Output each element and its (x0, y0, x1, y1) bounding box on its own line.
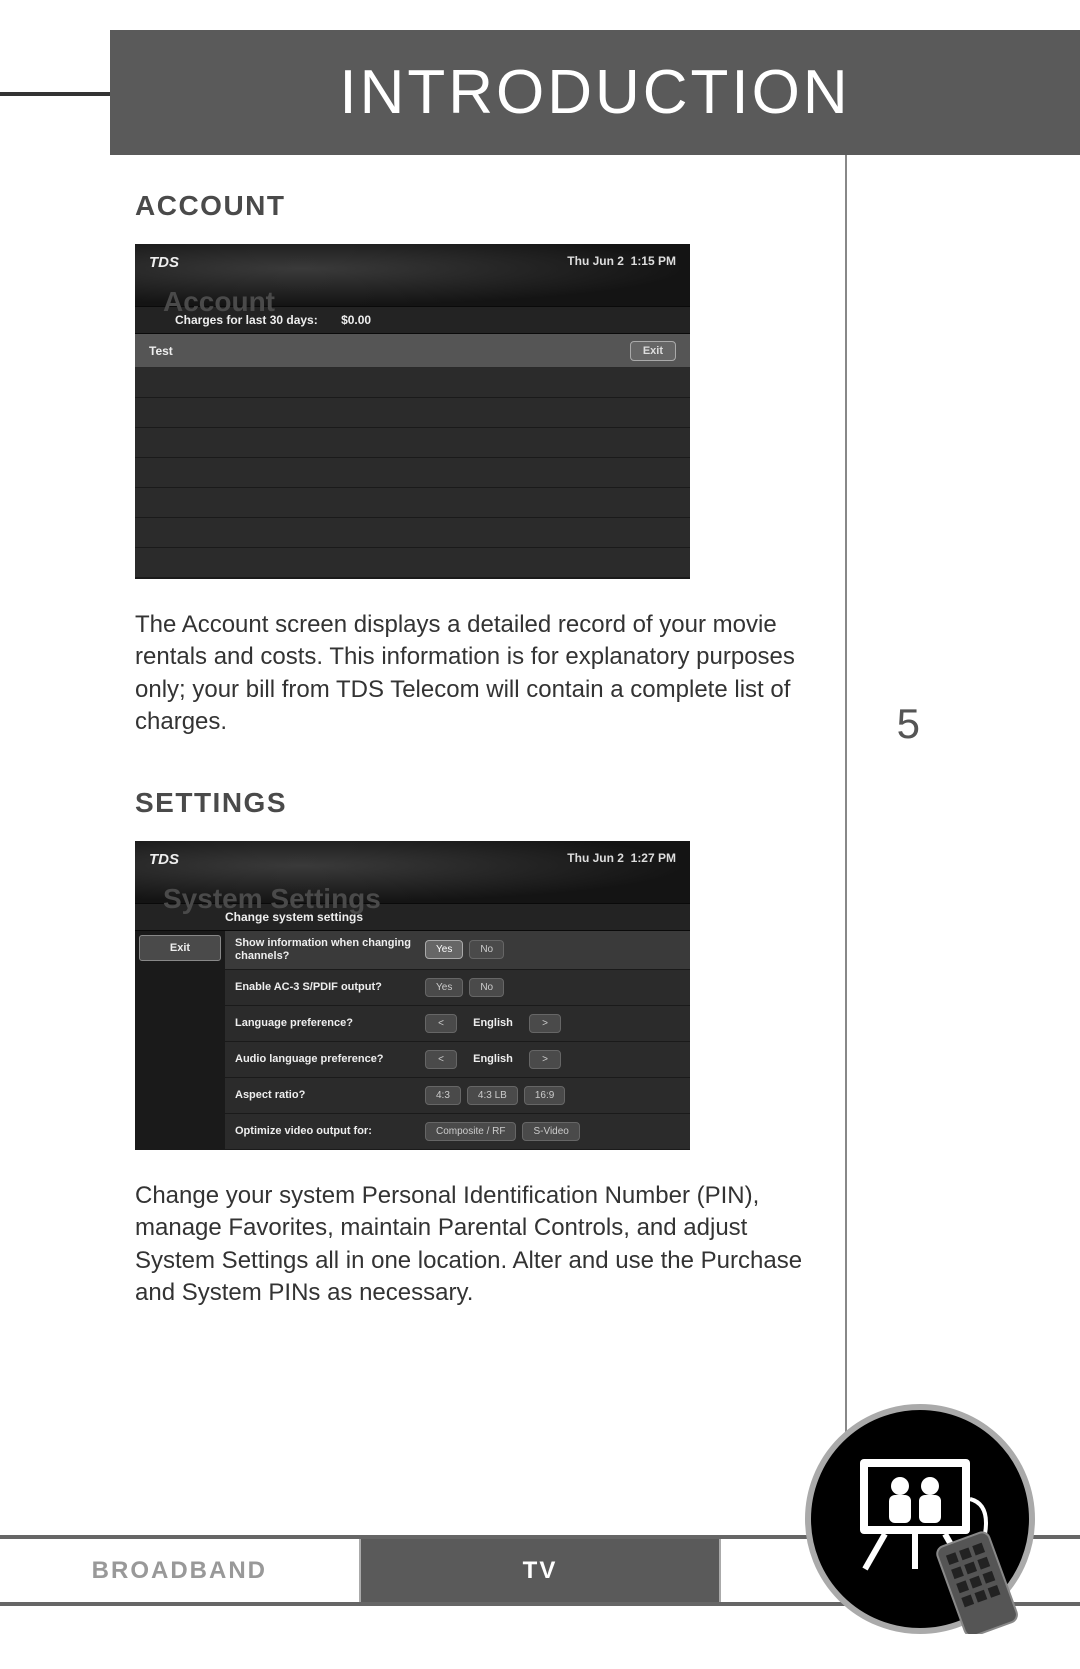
tds-logo: TDS (149, 254, 179, 271)
yes-button[interactable]: Yes (425, 978, 463, 997)
setting-row-audio-language: Audio language preference? < English > (225, 1042, 690, 1078)
audio-language-value: English (463, 1053, 523, 1065)
account-empty-row (135, 458, 690, 488)
tds-logo: TDS (149, 851, 179, 868)
setting-row-video-output: Optimize video output for: Composite / R… (225, 1114, 690, 1150)
account-heading: ACCOUNT (135, 190, 815, 222)
account-list-row[interactable]: Test Exit (135, 334, 690, 368)
aspect-4-3-lb-button[interactable]: 4:3 LB (467, 1086, 518, 1105)
page-title: INTRODUCTION (339, 57, 850, 128)
account-empty-row (135, 368, 690, 398)
exit-button[interactable]: Exit (139, 935, 221, 961)
account-screen-datetime: Thu Jun 2 1:15 PM (567, 254, 676, 268)
prev-button[interactable]: < (425, 1014, 457, 1033)
account-empty-row (135, 518, 690, 548)
settings-screen-title: System Settings (163, 883, 381, 915)
settings-screen-header: TDS Thu Jun 2 1:27 PM System Settings (135, 841, 690, 903)
tab-broadband[interactable]: BROADBAND (0, 1539, 361, 1602)
account-empty-row (135, 428, 690, 458)
exit-button[interactable]: Exit (630, 341, 676, 361)
composite-button[interactable]: Composite / RF (425, 1122, 516, 1141)
account-row-label: Test (149, 344, 173, 358)
page-number: 5 (897, 700, 920, 748)
settings-right-panel: Show information when changing channels?… (225, 931, 690, 1150)
next-button[interactable]: > (529, 1050, 561, 1069)
tab-tv[interactable]: TV (361, 1539, 722, 1602)
aspect-16-9-button[interactable]: 16:9 (524, 1086, 565, 1105)
account-empty-row (135, 488, 690, 518)
no-button[interactable]: No (469, 978, 504, 997)
settings-screenshot: TDS Thu Jun 2 1:27 PM System Settings Ch… (135, 841, 690, 1150)
charges-value: $0.00 (341, 313, 371, 327)
settings-left-panel: Exit (135, 931, 225, 1150)
aspect-4-3-button[interactable]: 4:3 (425, 1086, 461, 1105)
main-content: ACCOUNT TDS Thu Jun 2 1:15 PM Account Ch… (135, 190, 815, 1310)
setting-row-ac3: Enable AC-3 S/PDIF output? Yes No (225, 970, 690, 1006)
next-button[interactable]: > (529, 1014, 561, 1033)
yes-button[interactable]: Yes (425, 940, 463, 959)
header-rule (0, 92, 110, 96)
settings-body-text: Change your system Personal Identificati… (135, 1180, 815, 1310)
no-button[interactable]: No (469, 940, 504, 959)
tv-remote-icon (805, 1404, 1035, 1634)
prev-button[interactable]: < (425, 1050, 457, 1069)
setting-row-language: Language preference? < English > (225, 1006, 690, 1042)
account-body-text: The Account screen displays a detailed r… (135, 609, 815, 739)
account-screen-header: TDS Thu Jun 2 1:15 PM Account (135, 244, 690, 306)
svideo-button[interactable]: S-Video (522, 1122, 579, 1141)
account-screenshot: TDS Thu Jun 2 1:15 PM Account Charges fo… (135, 244, 690, 579)
vertical-rule (845, 155, 847, 1535)
settings-screen-datetime: Thu Jun 2 1:27 PM (567, 851, 676, 865)
settings-heading: SETTINGS (135, 787, 815, 819)
setting-row-aspect: Aspect ratio? 4:3 4:3 LB 16:9 (225, 1078, 690, 1114)
page-header-banner: INTRODUCTION (110, 30, 1080, 155)
language-value: English (463, 1017, 523, 1029)
setting-row-show-info: Show information when changing channels?… (225, 931, 690, 970)
account-empty-row (135, 398, 690, 428)
account-empty-row (135, 548, 690, 578)
account-screen-title: Account (163, 286, 275, 318)
